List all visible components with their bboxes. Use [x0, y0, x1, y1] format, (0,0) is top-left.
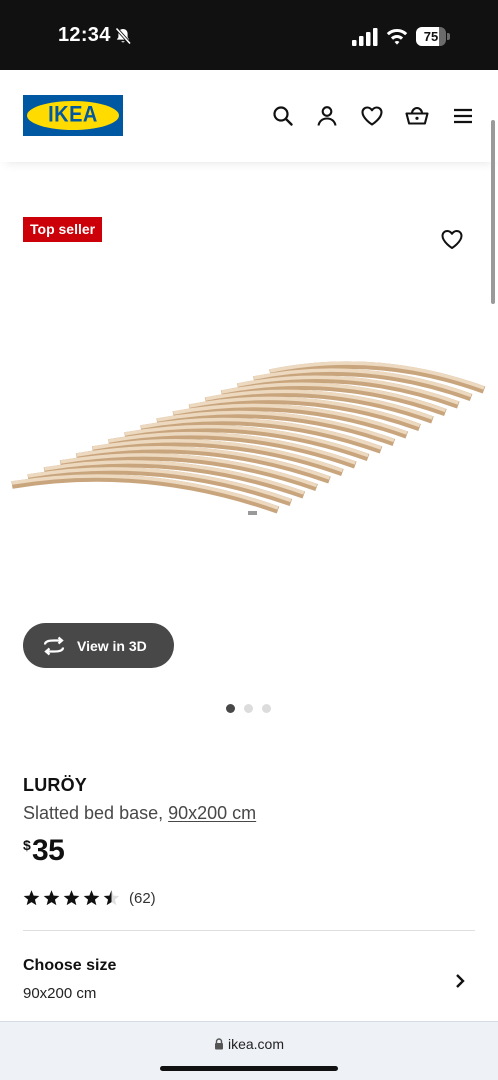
product-name: LURÖY	[23, 775, 87, 795]
rating-star-fill	[23, 890, 40, 906]
choose-size-title: Choose size	[23, 957, 117, 974]
rating-stars-icon	[23, 890, 120, 906]
basket-icon[interactable]	[405, 104, 429, 128]
url-text: ikea.com	[227, 1036, 285, 1052]
browser-address-bar[interactable]: ikea.com	[0, 1021, 498, 1080]
user-icon[interactable]	[315, 104, 339, 128]
view-in-3d-button[interactable]: View in 3D	[23, 623, 174, 668]
view-in-3d-label: View in 3D	[77, 637, 147, 654]
wifi-icon	[386, 29, 408, 45]
carousel-dot[interactable]	[226, 704, 235, 713]
home-indicator[interactable]	[160, 1066, 338, 1071]
ikea-logo[interactable]: IKEA	[23, 95, 123, 136]
signal-icon	[352, 28, 378, 46]
product-rating[interactable]: (62)	[23, 888, 156, 908]
carousel-dot[interactable]	[244, 704, 253, 713]
carousel-dots[interactable]	[224, 703, 276, 715]
battery-icon: 75	[416, 27, 450, 46]
status-bar: 12:34 75	[0, 0, 498, 70]
product-type: Slatted bed base,	[23, 803, 169, 823]
menu-icon[interactable]	[451, 104, 475, 128]
choose-size-value: 90x200 cm	[23, 985, 97, 1002]
battery-level: 75	[423, 29, 439, 44]
rating-star-fill	[43, 890, 60, 906]
carousel-dot[interactable]	[262, 704, 271, 713]
status-time: 12:34	[58, 24, 111, 46]
size-link[interactable]: 90x200 cm	[168, 803, 256, 823]
top-seller-badge: Top seller	[23, 217, 103, 242]
product-description: Slatted bed base, 90x200 cm	[23, 803, 256, 824]
heart-icon[interactable]	[360, 104, 384, 128]
bell-slash-icon	[115, 27, 132, 45]
lock-icon	[214, 1038, 223, 1050]
price-currency: $	[23, 837, 31, 853]
product-image[interactable]	[8, 360, 490, 530]
site-header: IKEA	[0, 70, 498, 162]
favourite-heart-icon[interactable]	[440, 228, 464, 250]
search-icon[interactable]	[271, 104, 295, 128]
rating-star-fill	[83, 890, 100, 906]
logo-text: IKEA	[48, 102, 98, 128]
choose-size-row[interactable]: Choose size 90x200 cm	[0, 931, 498, 1017]
scrollbar[interactable]	[491, 120, 495, 304]
rotate-3d-icon	[43, 636, 65, 655]
price-value: 35	[32, 834, 65, 867]
chevron-right-icon	[456, 974, 465, 988]
review-count: (62)	[129, 889, 156, 907]
rating-star-fill	[63, 890, 80, 906]
